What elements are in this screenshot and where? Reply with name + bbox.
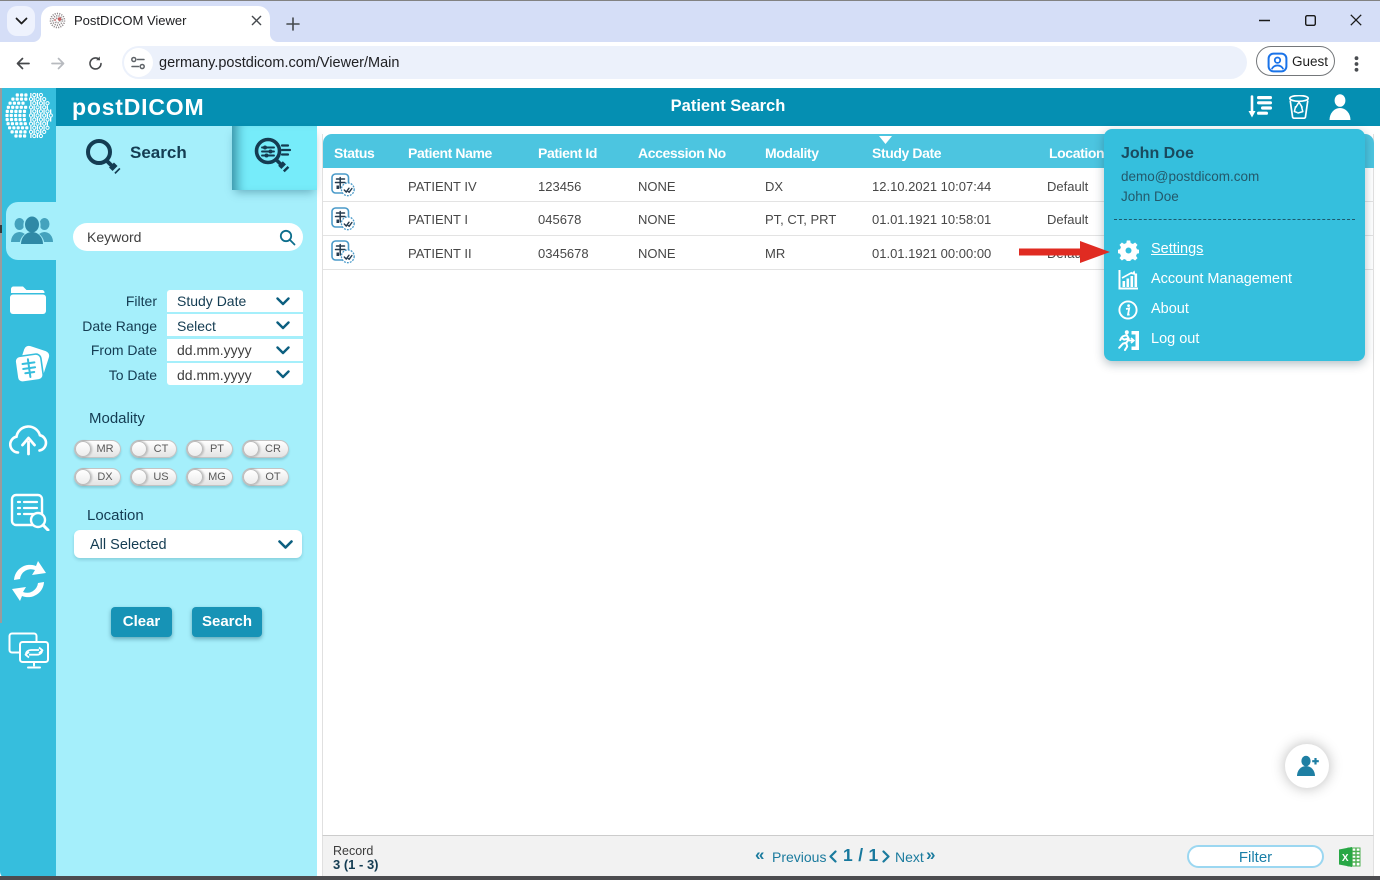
- svg-text:X: X: [1342, 853, 1349, 864]
